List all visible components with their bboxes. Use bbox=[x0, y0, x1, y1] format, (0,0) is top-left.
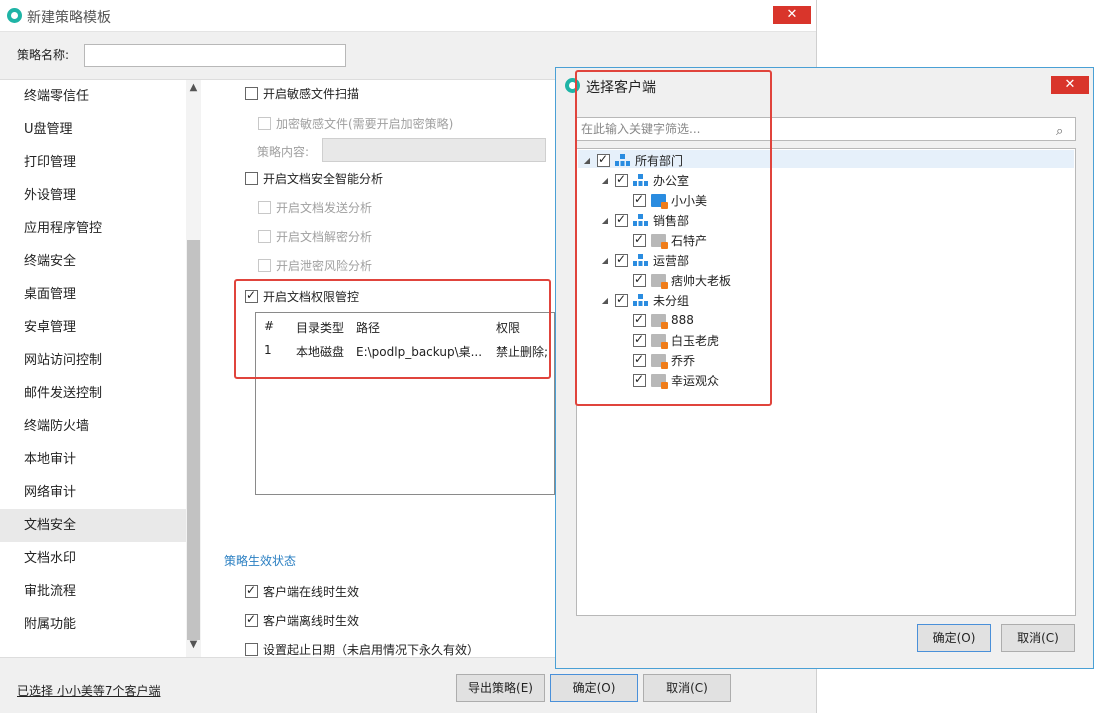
checkbox-box bbox=[258, 230, 271, 243]
highlight-box bbox=[234, 279, 551, 379]
search-icon[interactable]: ⌕ bbox=[1056, 121, 1072, 139]
smart-analysis-checkbox[interactable]: 开启文档安全智能分析 bbox=[245, 170, 383, 187]
sidebar-item[interactable]: 应用程序管控 bbox=[0, 212, 186, 245]
export-policy-button[interactable]: 导出策略(E) bbox=[456, 674, 545, 702]
checkbox-label: 客户端离线时生效 bbox=[263, 614, 360, 628]
sidebar-item[interactable]: 终端零信任 bbox=[0, 80, 186, 113]
checkbox-box bbox=[258, 259, 271, 272]
sidebar-scrollbar[interactable]: ▲ ▼ bbox=[186, 80, 201, 657]
cancel-button[interactable]: 取消(C) bbox=[643, 674, 731, 702]
dialog-cancel-button[interactable]: 取消(C) bbox=[1001, 624, 1075, 652]
scroll-down-icon[interactable]: ▼ bbox=[186, 639, 201, 655]
title-bar: 新建策略模板 ✕ bbox=[0, 0, 816, 32]
policy-content-label: 策略内容: bbox=[257, 145, 310, 159]
checkbox-box bbox=[245, 643, 258, 656]
sidebar-item[interactable]: 桌面管理 bbox=[0, 278, 186, 311]
online-checkbox[interactable]: 客户端在线时生效 bbox=[245, 583, 359, 600]
sidebar-item[interactable]: 打印管理 bbox=[0, 146, 186, 179]
checkbox-box bbox=[245, 583, 258, 598]
ok-button[interactable]: 确定(O) bbox=[550, 674, 638, 702]
sidebar-item[interactable]: 安卓管理 bbox=[0, 311, 186, 344]
scroll-thumb[interactable] bbox=[187, 240, 200, 640]
sidebar-item[interactable]: 本地审计 bbox=[0, 443, 186, 476]
checkbox-box bbox=[258, 201, 271, 214]
sidebar-item[interactable]: 附属功能 bbox=[0, 608, 186, 641]
checkbox-label: 开启文档发送分析 bbox=[276, 201, 373, 215]
checkbox-label: 客户端在线时生效 bbox=[263, 585, 360, 599]
sidebar-item[interactable]: 审批流程 bbox=[0, 575, 186, 608]
close-icon[interactable]: ✕ bbox=[1051, 76, 1089, 94]
sidebar-item[interactable]: 外设管理 bbox=[0, 179, 186, 212]
date-range-checkbox[interactable]: 设置起止日期（未启用情况下永久有效） bbox=[245, 641, 479, 658]
checkbox-box bbox=[245, 172, 258, 185]
dialog-ok-button[interactable]: 确定(O) bbox=[917, 624, 991, 652]
checkbox-label: 开启文档安全智能分析 bbox=[263, 172, 384, 186]
select-client-dialog: 选择客户端 ✕ 在此输入关键字筛选...⌕ ◢所有部门◢办公室小小美◢销售部石特… bbox=[555, 67, 1094, 669]
encrypt-sensitive-checkbox: 加密敏感文件(需要开启加密策略) bbox=[258, 115, 453, 132]
checkbox-label: 加密敏感文件(需要开启加密策略) bbox=[276, 117, 454, 131]
sidebar-item[interactable]: 终端防火墙 bbox=[0, 410, 186, 443]
highlight-box bbox=[575, 70, 772, 406]
app-logo-icon bbox=[7, 8, 22, 23]
checkbox-label: 开启泄密风险分析 bbox=[276, 259, 373, 273]
sensitive-scan-checkbox[interactable]: 开启敏感文件扫描 bbox=[245, 85, 359, 102]
selected-clients-link[interactable]: 已选择 小小美等7个客户端 bbox=[17, 682, 160, 699]
status-section-title: 策略生效状态 bbox=[224, 554, 297, 568]
close-icon[interactable]: ✕ bbox=[773, 6, 811, 24]
sidebar-item[interactable]: 网站访问控制 bbox=[0, 344, 186, 377]
sidebar-item[interactable]: 邮件发送控制 bbox=[0, 377, 186, 410]
policy-name-label: 策略名称: bbox=[17, 48, 70, 62]
checkbox-box bbox=[245, 87, 258, 100]
scroll-up-icon[interactable]: ▲ bbox=[186, 82, 201, 98]
checkbox-label: 开启文档解密分析 bbox=[276, 230, 373, 244]
sidebar-item[interactable]: U盘管理 bbox=[0, 113, 186, 146]
leak-analysis-checkbox: 开启泄密风险分析 bbox=[258, 257, 372, 274]
sidebar-item[interactable]: 终端安全 bbox=[0, 245, 186, 278]
decrypt-analysis-checkbox: 开启文档解密分析 bbox=[258, 228, 372, 245]
sidebar-item[interactable]: 文档水印 bbox=[0, 542, 186, 575]
sidebar: 终端零信任 U盘管理 打印管理 外设管理 应用程序管控 终端安全 桌面管理 安卓管理 网站访问控… bbox=[0, 80, 200, 657]
send-analysis-checkbox: 开启文档发送分析 bbox=[258, 199, 372, 216]
policy-content-input bbox=[322, 138, 546, 162]
checkbox-box bbox=[245, 612, 258, 627]
checkbox-label: 设置起止日期（未启用情况下永久有效） bbox=[263, 643, 480, 657]
checkbox-label: 开启敏感文件扫描 bbox=[263, 87, 360, 101]
sidebar-item[interactable]: 网络审计 bbox=[0, 476, 186, 509]
sidebar-item[interactable]: 文档安全 bbox=[0, 509, 186, 542]
offline-checkbox[interactable]: 客户端离线时生效 bbox=[245, 612, 359, 629]
checkbox-box bbox=[258, 117, 271, 130]
window-title: 新建策略模板 bbox=[27, 10, 111, 26]
policy-name-input[interactable] bbox=[84, 44, 346, 67]
